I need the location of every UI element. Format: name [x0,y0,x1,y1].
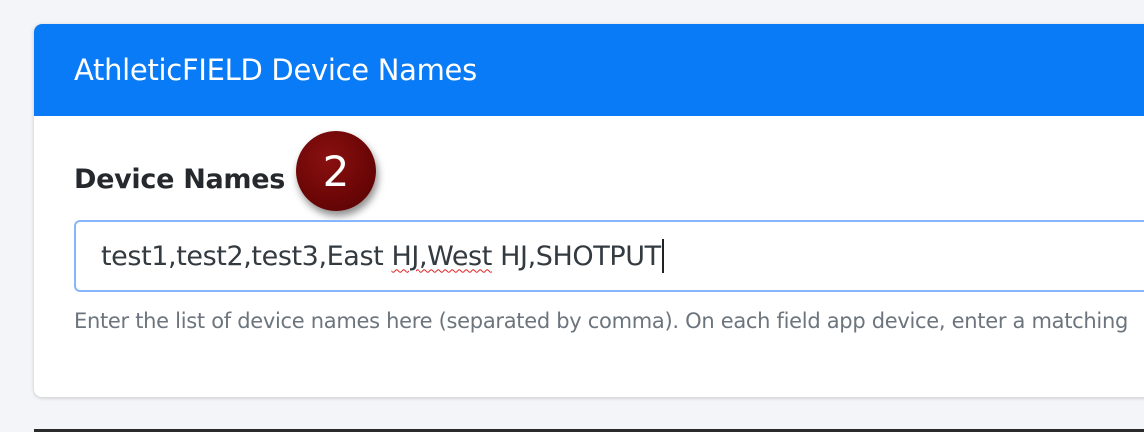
device-names-card: AthleticFIELD Device Names Device Names … [34,24,1144,397]
input-text-part: test1,test2,test3,East [101,240,392,272]
step-number-badge: 2 [296,131,376,211]
input-text-misspelled-part: HJ [391,240,419,272]
text-caret [661,239,664,273]
device-names-input[interactable]: test1,test2,test3,East HJ ,West HJ,SHOTPU… [74,220,1144,292]
card-header: AthleticFIELD Device Names [34,24,1144,116]
card-title: AthleticFIELD Device Names [74,53,477,87]
input-text-misspelled-part: ,West [418,240,492,272]
device-names-label: Device Names [74,164,286,195]
card-body: Device Names 2 test1,test2,test3,East HJ… [34,116,1144,397]
device-names-help-text: Enter the list of device names here (sep… [74,309,1128,333]
input-text-part: HJ,SHOTPUT [491,240,661,272]
